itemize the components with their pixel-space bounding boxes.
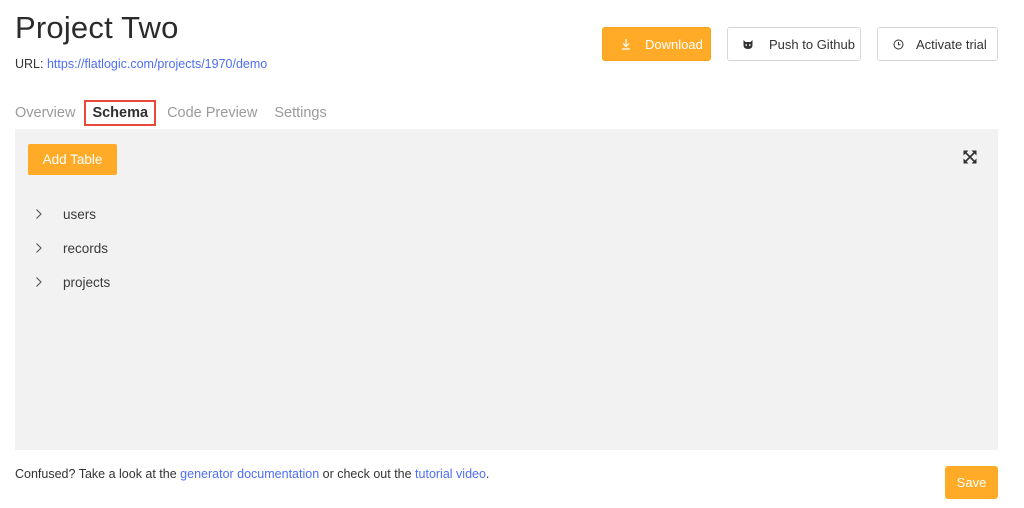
add-table-button[interactable]: Add Table	[28, 144, 117, 175]
github-icon	[741, 39, 755, 50]
download-button[interactable]: Download	[602, 27, 711, 61]
project-url-line: URL: https://flatlogic.com/projects/1970…	[15, 57, 267, 71]
table-item-users[interactable]: users	[35, 197, 110, 231]
tab-settings[interactable]: Settings	[274, 105, 326, 121]
tab-schema[interactable]: Schema	[84, 100, 157, 131]
github-label: Push to Github	[769, 36, 855, 52]
help-suffix: .	[485, 467, 490, 481]
schema-panel: Add Table users records projects	[15, 129, 998, 450]
expand-icon[interactable]	[962, 149, 978, 165]
help-prefix: Confused? Take a look at the	[15, 467, 181, 481]
save-button[interactable]: Save	[945, 466, 998, 499]
generator-documentation-link[interactable]: generator documentation	[180, 467, 319, 481]
tab-overview[interactable]: Overview	[15, 105, 75, 121]
activate-trial-button[interactable]: Activate trial	[877, 27, 998, 61]
chevron-right-icon	[35, 241, 45, 255]
project-tabs: Overview Schema Code Preview Settings	[15, 98, 344, 131]
url-label: URL:	[15, 57, 44, 71]
download-label: Download	[645, 36, 703, 52]
table-name: records	[63, 240, 109, 256]
table-name: projects	[63, 274, 111, 290]
page-title: Project Two	[15, 10, 179, 45]
table-list: users records projects	[35, 197, 110, 299]
project-url-link[interactable]: https://flatlogic.com/projects/1970/demo	[47, 57, 267, 71]
help-middle: or check out the	[319, 467, 416, 481]
table-name: users	[63, 206, 97, 222]
download-icon	[619, 38, 633, 50]
table-item-records[interactable]: records	[35, 231, 110, 265]
trial-label: Activate trial	[916, 36, 987, 52]
chevron-right-icon	[35, 207, 45, 221]
table-item-projects[interactable]: projects	[35, 265, 110, 299]
push-to-github-button[interactable]: Push to Github	[727, 27, 861, 61]
help-text: Confused? Take a look at the generator d…	[15, 467, 489, 481]
tutorial-video-link[interactable]: tutorial video	[415, 467, 486, 481]
tab-code-preview[interactable]: Code Preview	[167, 105, 257, 121]
clock-icon	[891, 39, 905, 50]
chevron-right-icon	[35, 275, 45, 289]
